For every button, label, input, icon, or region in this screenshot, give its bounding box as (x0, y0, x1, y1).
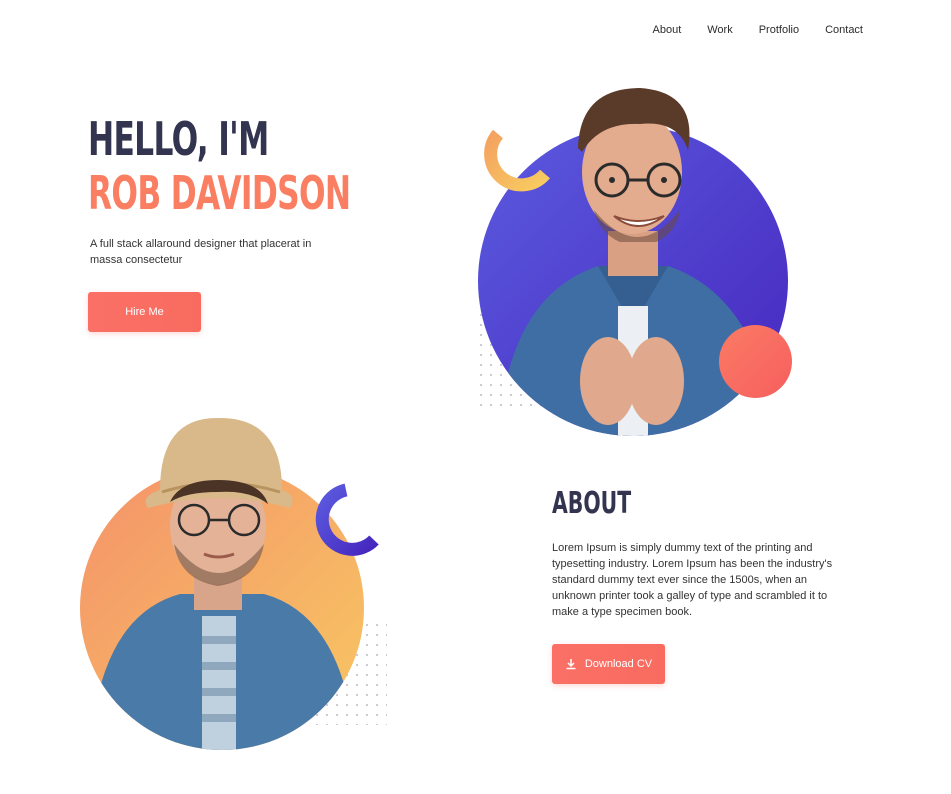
about-text: Lorem Ipsum is simply dummy text of the … (552, 542, 833, 618)
nav-portfolio[interactable]: Protfolio (759, 24, 799, 36)
top-nav: About Work Protfolio Contact (653, 24, 864, 36)
download-cv-button[interactable]: Download CV (552, 644, 665, 684)
yellow-ring-decoration (484, 129, 550, 192)
about-face (145, 417, 293, 586)
hero-subtitle: A full stack allaround designer that pla… (90, 238, 312, 266)
hero-name: ROB DAVIDSON (88, 166, 351, 220)
purple-ring-decoration (315, 483, 379, 556)
hero-title: HELLO, I'M ROB DAVIDSON (88, 112, 474, 220)
about-title-text: ABOUT (552, 486, 632, 521)
coral-circle-decoration (719, 325, 792, 398)
hire-me-button[interactable]: Hire Me (88, 292, 201, 332)
download-icon (566, 659, 576, 670)
nav-about[interactable]: About (653, 24, 682, 36)
hero-face (578, 88, 690, 242)
nav-work[interactable]: Work (707, 24, 732, 36)
about-title: ABOUT (552, 486, 668, 522)
download-cv-label: Download CV (584, 658, 653, 670)
hero-greeting: HELLO, I'M (88, 112, 269, 166)
nav-contact[interactable]: Contact (825, 24, 863, 36)
